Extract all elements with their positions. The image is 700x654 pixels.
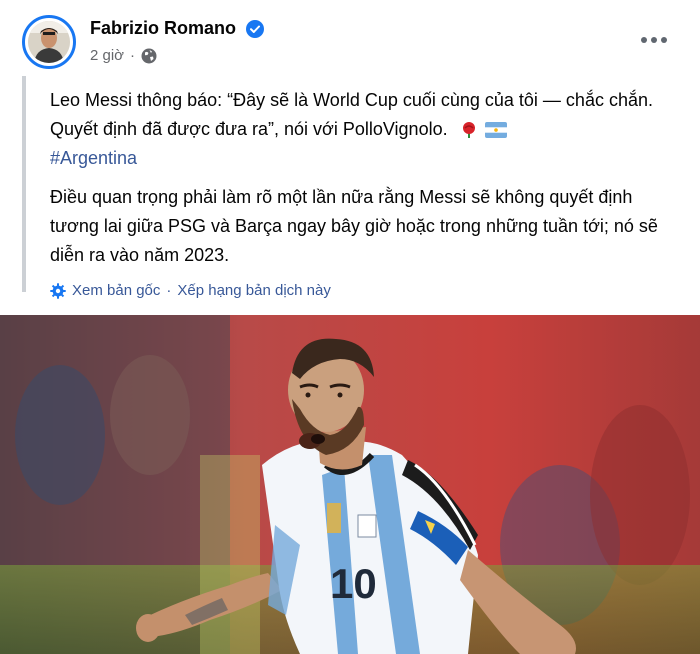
argentina-flag-icon [484,122,507,139]
flag-emoji [459,122,507,139]
rose-emoji-icon [462,122,475,139]
author-name[interactable]: Fabrizio Romano [90,18,236,39]
jersey-number: 10 [330,560,377,607]
rate-translation-link[interactable]: Xếp hạng bản dịch này [177,282,330,299]
post-paragraph-hashtag: #Argentina [50,144,682,173]
avatar[interactable] [22,15,76,69]
post-meta: 2 giờ · [90,47,157,64]
link-separator: · [166,282,172,299]
globe-icon [141,48,157,63]
post-text-line1: Leo Messi thông báo: “Đây sẽ là World Cu… [50,90,653,139]
dot-icon [661,37,667,43]
post-time[interactable]: 2 giờ [90,47,124,64]
more-options-button[interactable] [641,30,667,50]
translated-post-text: Leo Messi thông báo: “Đây sẽ là World Cu… [22,76,682,299]
settings-gear-icon [50,282,66,299]
meta-dot: · [130,47,136,64]
post-paragraph-1: Leo Messi thông báo: “Đây sẽ là World Cu… [50,86,682,144]
see-original-link[interactable]: Xem bản gốc [72,282,160,299]
hashtag-link[interactable]: #Argentina [50,148,137,168]
post-photo[interactable]: 10 [0,315,700,654]
post-paragraph-2: Điều quan trọng phải làm rõ một lần nữa … [50,187,658,265]
post-header: Fabrizio Romano 2 giờ · [0,0,700,72]
dot-icon [651,37,657,43]
dot-icon [641,37,647,43]
translation-bar: Xem bản gốc · Xếp hạng bản dịch này [50,282,682,299]
avatar-image [28,21,70,63]
messi-celebration-image: 10 [0,315,700,654]
verified-badge-icon [246,20,264,38]
